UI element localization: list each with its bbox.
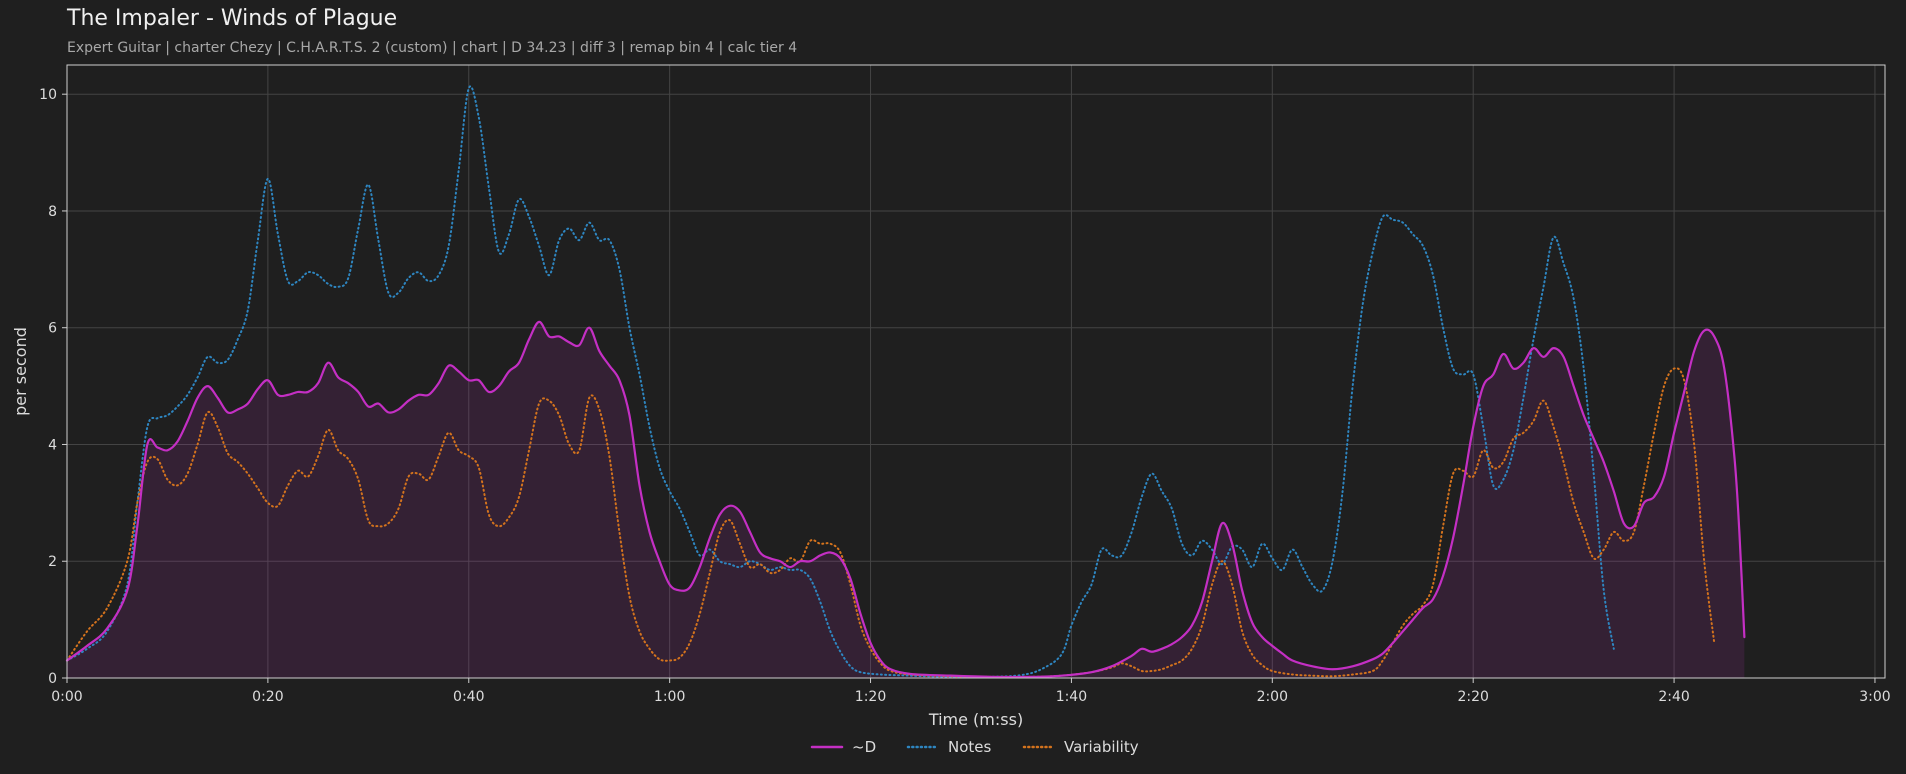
- legend-label-notes: Notes: [948, 738, 992, 756]
- x-tick-label: 2:00: [1257, 689, 1288, 705]
- x-tick-label: 1:20: [855, 689, 886, 705]
- x-tick-label: 2:40: [1658, 689, 1689, 705]
- x-tick-label: 2:20: [1457, 689, 1488, 705]
- legend-label-d: ~D: [852, 738, 876, 756]
- chart: 0:00 0:20 0:40 1:00 1:20 1:40 2:00 2:20 2:40 3:00…: [11, 64, 1891, 756]
- y-tick-label: 8: [48, 204, 57, 220]
- x-tick-label: 1:00: [654, 689, 685, 705]
- y-tick-label: 2: [48, 554, 57, 570]
- y-tick-label: 4: [48, 437, 57, 453]
- x-tick-label: 0:00: [51, 689, 82, 705]
- legend-label-variability: Variability: [1064, 738, 1139, 756]
- y-tick-label: 0: [48, 671, 57, 687]
- x-tick-label: 1:40: [1056, 689, 1087, 705]
- x-tick-label: 0:40: [453, 689, 484, 705]
- y-tick-label: 6: [48, 321, 57, 337]
- x-tick-label: 0:20: [252, 689, 283, 705]
- x-tick-label: 3:00: [1859, 689, 1890, 705]
- legend: ~D Notes Variability: [810, 738, 1139, 756]
- y-tick-label: 10: [39, 87, 57, 103]
- y-axis-title: per second: [11, 327, 30, 416]
- x-axis-title: Time (m:ss): [928, 710, 1023, 729]
